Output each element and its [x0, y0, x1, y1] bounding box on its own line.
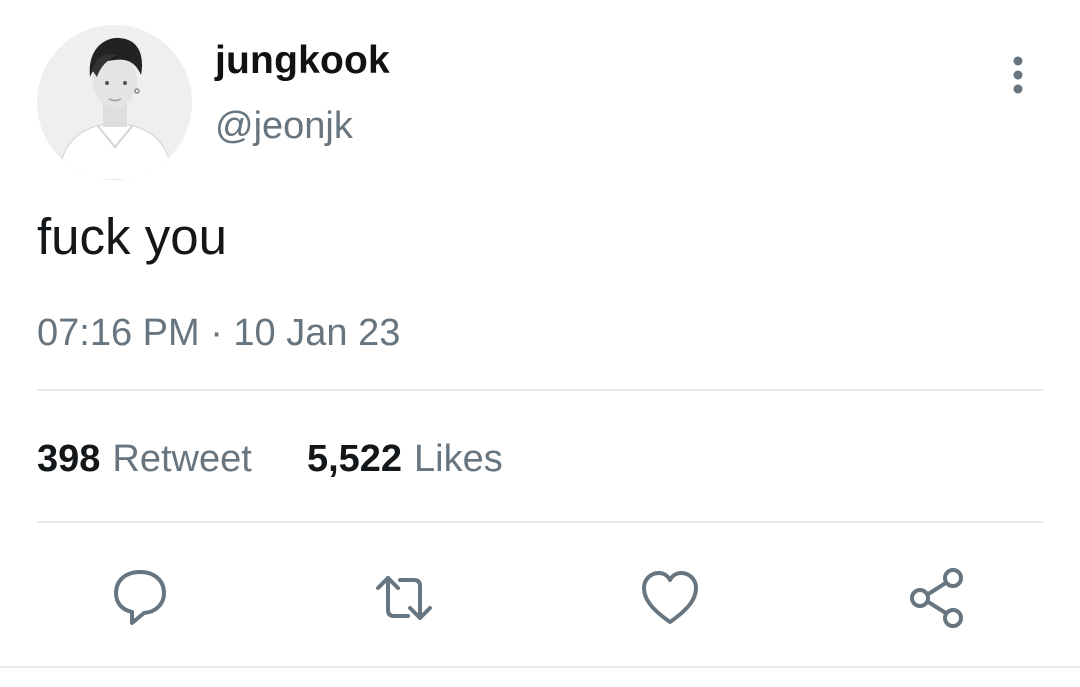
tweet-stats: 398 Retweet 5,522 Likes — [37, 436, 503, 482]
divider — [37, 389, 1044, 391]
retweets-stat[interactable]: 398 Retweet — [37, 438, 262, 480]
user-handle[interactable]: @jeonjk — [215, 103, 353, 149]
display-name[interactable]: jungkook — [215, 38, 390, 84]
reply-button[interactable] — [108, 566, 172, 630]
more-vertical-icon — [1013, 56, 1023, 94]
share-icon — [910, 568, 963, 628]
avatar[interactable] — [37, 25, 192, 180]
retweet-button[interactable] — [372, 566, 436, 630]
reply-icon — [114, 570, 166, 625]
more-options-button[interactable] — [1000, 52, 1036, 100]
retweets-label: Retweet — [112, 438, 252, 480]
share-button[interactable] — [905, 566, 969, 630]
retweets-count: 398 — [37, 438, 101, 480]
likes-stat[interactable]: 5,522 Likes — [307, 438, 503, 480]
likes-count: 5,522 — [306, 438, 403, 480]
retweet-icon — [376, 576, 432, 620]
divider — [0, 666, 1080, 668]
likes-label: Likes — [414, 438, 503, 480]
tweet-timestamp[interactable]: 07:16 PM · 10 Jan 23 — [37, 310, 400, 356]
profile-photo-icon — [37, 25, 192, 180]
heart-icon — [642, 571, 698, 624]
like-button[interactable] — [638, 566, 702, 630]
tweet-text: fuck you — [37, 208, 227, 265]
divider — [37, 521, 1044, 523]
